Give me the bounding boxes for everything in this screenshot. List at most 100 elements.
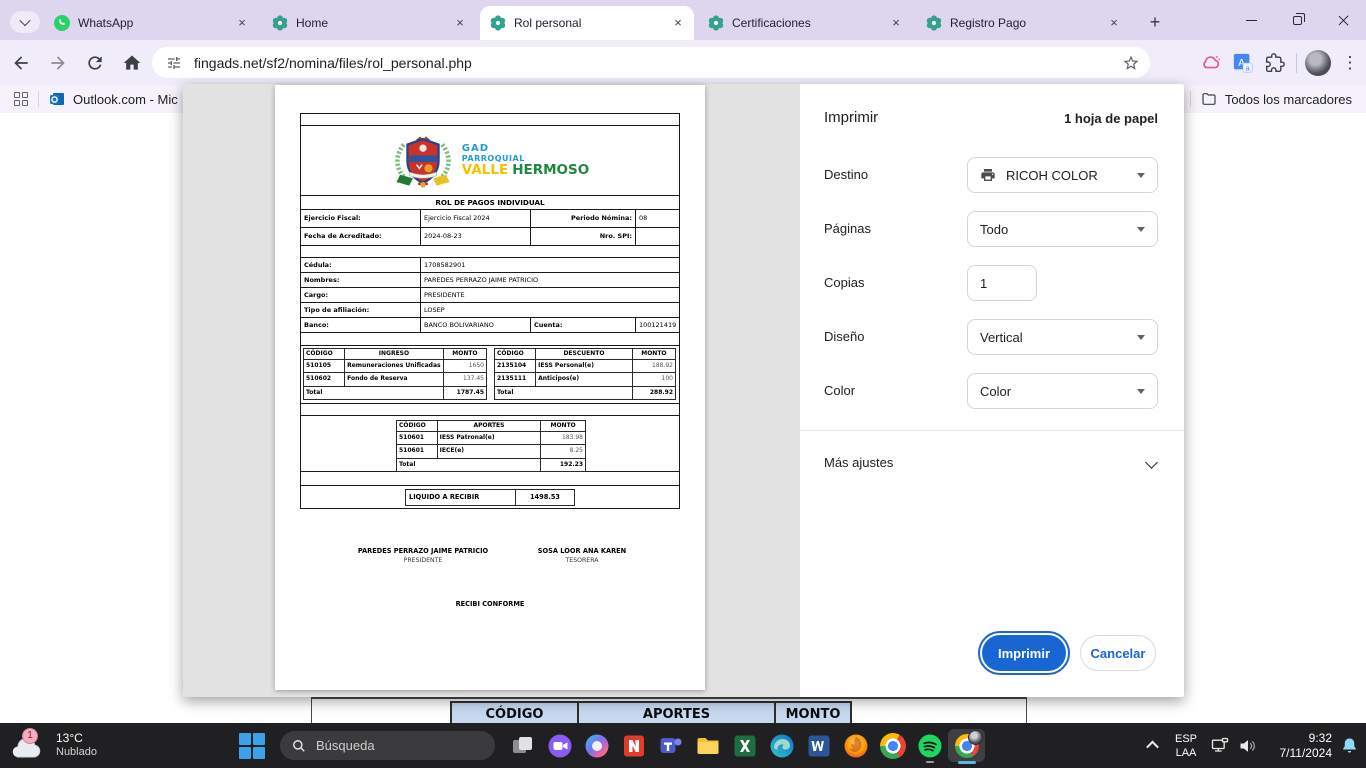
print-button[interactable]: Imprimir — [982, 635, 1066, 671]
network-tray-icon[interactable] — [1206, 723, 1234, 768]
task-view-button[interactable] — [504, 729, 541, 762]
home-icon — [122, 53, 142, 73]
caret-down-icon — [1137, 389, 1145, 394]
word-icon[interactable] — [800, 729, 837, 762]
tab-registro-pago[interactable]: Registro Pago × — [916, 6, 1130, 40]
volume-tray-icon[interactable] — [1234, 723, 1262, 768]
tab-home[interactable]: Home × — [262, 6, 476, 40]
weather-temp: 13°C — [56, 731, 97, 745]
folder-icon — [1201, 91, 1217, 107]
notification-bell[interactable] — [1332, 723, 1366, 768]
minimize-button[interactable] — [1228, 0, 1274, 40]
copies-value: 1 — [980, 276, 987, 291]
payroll-document: GAD PARROQUIAL VALLEHERMOSO ROL DE PAGOS… — [300, 113, 680, 509]
print-dialog: GAD PARROQUIAL VALLEHERMOSO ROL DE PAGOS… — [183, 84, 1184, 697]
tab-strip: WhatsApp × Home × Rol personal × Certifi… — [0, 0, 1366, 40]
profile-avatar[interactable] — [1302, 47, 1334, 79]
notification-badge: 1 — [22, 728, 38, 744]
browser-toolbar: fingads.net/sf2/nomina/files/rol_persona… — [0, 40, 1366, 85]
spotify-icon[interactable] — [911, 729, 948, 762]
tab-certificaciones[interactable]: Certificaciones × — [698, 6, 912, 40]
doc-empty-row — [301, 246, 679, 258]
layout-label: Diseño — [824, 329, 864, 344]
home-button[interactable] — [116, 47, 148, 79]
org-line-1: GAD — [462, 144, 589, 154]
close-icon[interactable]: × — [452, 15, 468, 31]
cancel-button[interactable]: Cancelar — [1080, 635, 1156, 671]
translate-icon[interactable]: Aa — [1227, 47, 1259, 79]
toolbar-extensions: Aa ⋮ — [1195, 40, 1366, 85]
forward-button[interactable] — [42, 47, 74, 79]
chrome-icon[interactable] — [874, 729, 911, 762]
browser-menu-button[interactable]: ⋮ — [1334, 47, 1366, 79]
taskbar: 1 13°C Nublado Búsqueda — [0, 723, 1366, 768]
divider — [1296, 53, 1297, 73]
excel-icon[interactable] — [726, 729, 763, 762]
start-button[interactable] — [238, 732, 265, 759]
video-call-app-icon[interactable] — [541, 729, 578, 762]
restore-icon — [1293, 16, 1302, 25]
taskbar-search[interactable]: Búsqueda — [280, 731, 495, 760]
chevron-up-icon — [1146, 741, 1159, 754]
teams-icon[interactable] — [652, 729, 689, 762]
close-window-button[interactable] — [1320, 0, 1366, 40]
doc-title: ROL DE PAGOS INDIVIDUAL — [301, 196, 679, 210]
search-icon — [292, 739, 306, 753]
chrome-active-window-icon[interactable] — [948, 729, 985, 762]
tab-rol-personal[interactable]: Rol personal × — [480, 6, 694, 40]
divider — [800, 430, 1184, 431]
new-tab-button[interactable]: + — [1142, 10, 1168, 36]
weather-extension-icon[interactable] — [1195, 47, 1227, 79]
browser-window: WhatsApp × Home × Rol personal × Certifi… — [0, 0, 1366, 768]
profile-mini-avatar — [968, 730, 983, 745]
language-indicator[interactable]: ESP LAA — [1166, 732, 1206, 760]
all-bookmarks-button[interactable]: Todos los marcadores — [1201, 91, 1352, 107]
reload-button[interactable] — [79, 47, 111, 79]
tab-search-button[interactable] — [10, 11, 40, 33]
apps-grid-icon[interactable] — [14, 92, 28, 106]
date: 7/11/2024 — [1262, 746, 1332, 761]
doc-liquido-row: LIQUIDO A RECIBIR 1498.53 — [301, 486, 679, 508]
recibi-conforme-label: RECIBI CONFORME — [275, 600, 705, 608]
tab-whatsapp[interactable]: WhatsApp × — [44, 6, 258, 40]
firefox-icon[interactable] — [837, 729, 874, 762]
layout-dropdown[interactable]: Vertical — [967, 319, 1158, 355]
close-icon[interactable]: × — [670, 15, 686, 31]
extensions-puzzle-icon[interactable] — [1259, 47, 1291, 79]
reload-icon — [85, 53, 105, 73]
edge-icon[interactable] — [763, 729, 800, 762]
more-settings-button[interactable]: Más ajustes — [824, 455, 893, 470]
liquido-box: LIQUIDO A RECIBIR 1498.53 — [405, 489, 575, 506]
printer-icon — [980, 167, 996, 183]
pages-dropdown[interactable]: Todo — [967, 211, 1158, 247]
weather-widget[interactable]: 1 13°C Nublado — [8, 728, 97, 762]
copies-label: Copias — [824, 275, 864, 290]
clock[interactable]: 9:32 7/11/2024 — [1262, 731, 1332, 761]
doc-row-afiliacion: Tipo de afiliación:LOSEP — [301, 303, 679, 318]
copies-input[interactable]: 1 — [967, 265, 1037, 301]
url-bar[interactable]: fingads.net/sf2/nomina/files/rol_persona… — [152, 47, 1150, 78]
file-explorer-icon[interactable] — [689, 729, 726, 762]
bookmark-outlook[interactable]: Outlook.com - Mic — [49, 91, 178, 107]
signature-treasurer: SOSA LOOR ANA KAREN TESORERA — [492, 547, 672, 564]
back-icon — [11, 53, 31, 73]
copilot-icon[interactable] — [578, 729, 615, 762]
tab-label: WhatsApp — [78, 16, 234, 30]
descuentos-table: CÓDIGODESCUENTOMONTO 2135104IESS Persona… — [494, 348, 676, 400]
color-dropdown[interactable]: Color — [967, 373, 1158, 409]
destination-dropdown[interactable]: RICOH COLOR — [967, 157, 1158, 193]
close-icon[interactable]: × — [888, 15, 904, 31]
tray-chevron-up[interactable] — [1138, 723, 1166, 768]
bookmark-star-icon[interactable] — [1122, 54, 1140, 72]
chevron-down-icon — [19, 15, 30, 26]
gad-crest-logo — [391, 132, 455, 190]
close-icon[interactable]: × — [234, 15, 250, 31]
back-button[interactable] — [5, 47, 37, 79]
weather-desc: Nublado — [56, 745, 97, 759]
chevron-down-icon[interactable] — [1145, 456, 1158, 469]
pdf-app-icon[interactable] — [615, 729, 652, 762]
maximize-button[interactable] — [1274, 0, 1320, 40]
running-indicator — [926, 761, 934, 763]
close-icon[interactable]: × — [1106, 15, 1122, 31]
tab-label: Rol personal — [514, 16, 670, 30]
